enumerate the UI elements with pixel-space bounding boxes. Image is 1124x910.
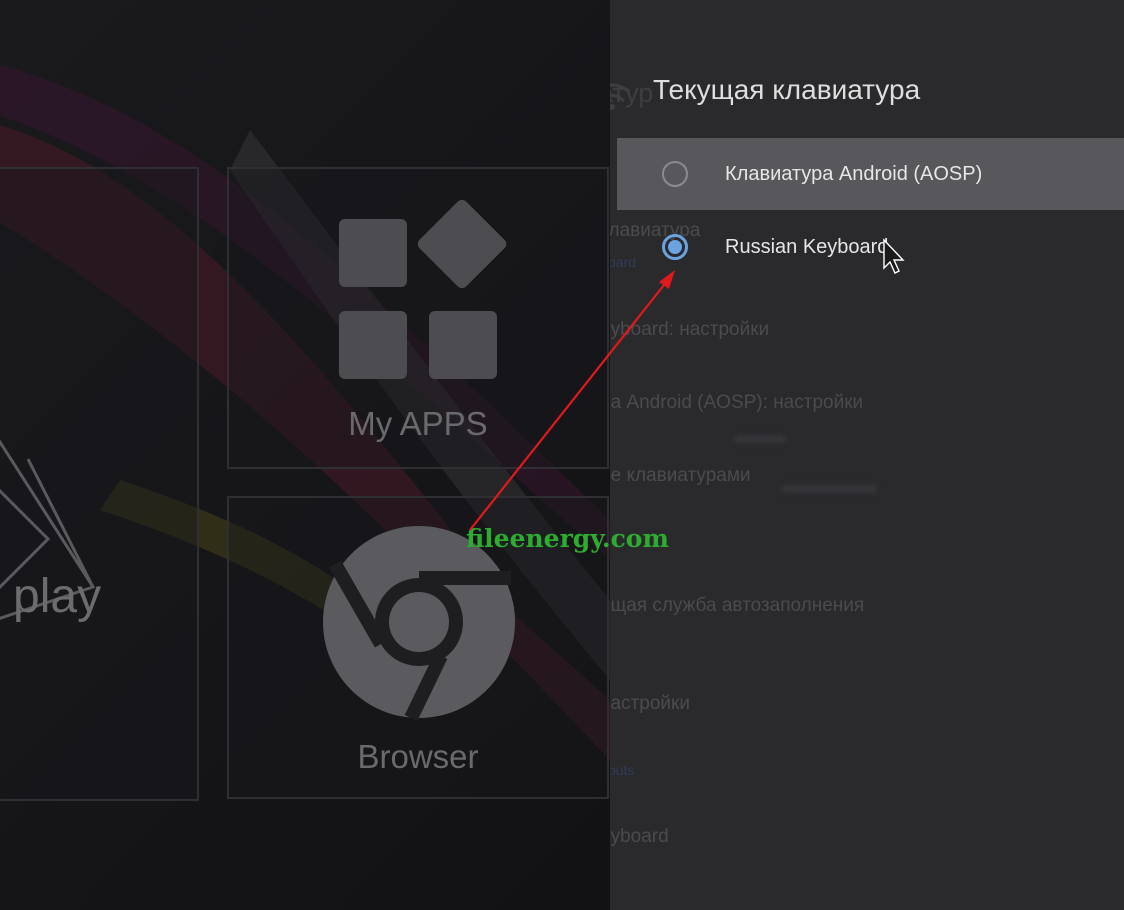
watermark: fileenergy.com [466,524,669,553]
keyboard-option-russian[interactable]: Russian Keyboard [617,211,1124,283]
settings-item-manage-keyboards[interactable]: ие клавиатурами [610,465,751,487]
settings-item-aosp-settings[interactable]: ра Android (AOSP): настройки [610,392,863,414]
settings-item-autofill[interactable]: ощая служба автозаполнения [610,595,864,617]
settings-item-settings[interactable]: настройки [610,693,690,715]
keyboard-option-russian-label: Russian Keyboard [725,235,889,258]
settings-item-keyboard-bottom[interactable]: eyboard [610,826,669,848]
redaction-mark [782,486,877,492]
settings-section-title: атур [610,78,654,108]
my-apps-tile[interactable]: My APPS [227,167,609,469]
radio-checked-icon[interactable] [662,234,688,260]
launcher-background: e play My APPS Browser [0,0,610,910]
radio-unchecked-icon[interactable] [662,161,688,187]
keyboard-option-aosp[interactable]: Клавиатура Android (AOSP) [617,138,1124,210]
redaction-mark [735,436,785,442]
settings-item-russian-keyboard-settings[interactable]: eyboard: настройки [610,319,769,341]
play-label-plain: play [0,570,102,623]
settings-item-inputs-sub: puts [610,762,635,778]
browser-label: Browser [357,738,479,775]
google-play-label: e play [0,569,197,624]
dialog-title: Текущая клавиатура [653,74,921,105]
browser-icon [323,526,515,722]
keyboard-option-aosp-label: Клавиатура Android (AOSP) [725,162,983,185]
my-apps-label: My APPS [348,405,488,442]
google-play-tile[interactable]: e play [0,167,199,801]
settings-panel: атур клавиатура oard eyboard: настройки … [610,0,1124,910]
apps-grid-icon [339,199,507,379]
